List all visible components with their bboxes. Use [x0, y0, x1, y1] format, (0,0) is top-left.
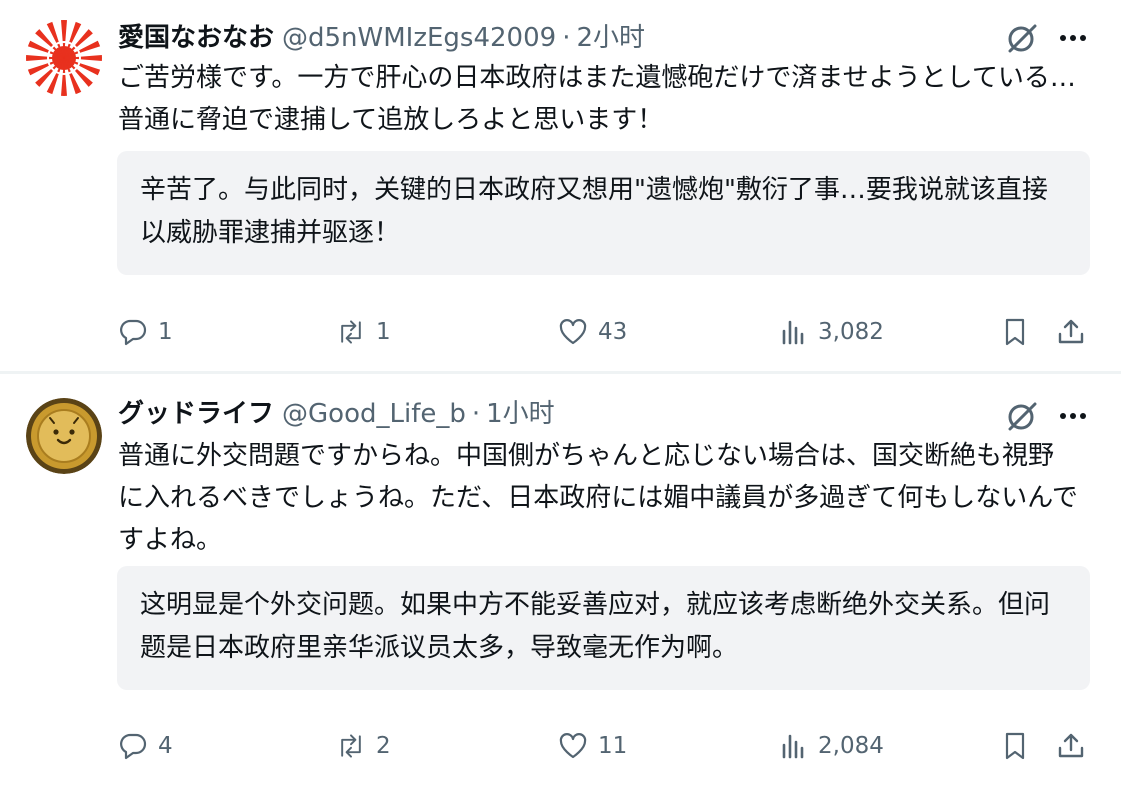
- translation-box: 这明显是个外交问题。如果中方不能妥善应对，就应该考虑断绝外交关系。但问题是日本政…: [117, 566, 1090, 690]
- reply-count: 4: [158, 733, 173, 759]
- repost-icon: [341, 734, 361, 758]
- heart-icon: [559, 319, 587, 345]
- views-button[interactable]: 2,084: [778, 726, 884, 766]
- translation-box: 辛苦了。与此同时，关键的日本政府又想用"遗憾炮"敷衍了事…要我说就该直接以威胁罪…: [117, 151, 1090, 275]
- user-handle[interactable]: @d5nWMIzEgs42009: [282, 23, 556, 53]
- like-count: 11: [598, 733, 628, 759]
- user-handle[interactable]: @Good_Life_b: [282, 399, 466, 429]
- repost-icon: [341, 320, 361, 344]
- views-button[interactable]: 3,082: [778, 312, 884, 352]
- share-button[interactable]: [1056, 726, 1086, 766]
- repost-button[interactable]: 2: [336, 726, 391, 766]
- avatar[interactable]: [26, 20, 102, 96]
- tweet-text: 普通に外交問題ですからね。中国側がちゃんと応じない場合は、国交断絶も視野に入れる…: [118, 441, 1078, 555]
- coin-mascot-avatar-icon: [26, 398, 102, 474]
- share-icon: [1058, 319, 1084, 344]
- tweet[interactable]: グッドライフ @Good_Life_b · 1小时 普通に外交問題ですからね。中国側が…: [0, 374, 1121, 795]
- timestamp[interactable]: 1小时: [486, 399, 555, 429]
- tweet-header: グッドライフ @Good_Life_b · 1小时: [118, 396, 555, 432]
- bookmark-button[interactable]: [1000, 312, 1030, 352]
- repost-button[interactable]: 1: [336, 312, 391, 352]
- share-icon: [1058, 733, 1084, 758]
- avatar[interactable]: [26, 398, 102, 474]
- tweet[interactable]: 愛国なおなお @d5nWMIzEgs42009 · 2小时 ご苦労様です。一方で肝心の…: [0, 0, 1121, 372]
- bookmark-icon: [1005, 732, 1025, 760]
- reply-button[interactable]: 1: [118, 312, 173, 352]
- reply-icon: [120, 319, 147, 346]
- bookmark-button[interactable]: [1000, 726, 1030, 766]
- repost-count: 1: [376, 319, 391, 345]
- more-icon[interactable]: [1056, 26, 1090, 50]
- bookmark-icon: [1005, 318, 1025, 346]
- tweet-header: 愛国なおなお @d5nWMIzEgs42009 · 2小时: [118, 20, 645, 56]
- grok-icon[interactable]: [1004, 398, 1040, 434]
- action-bar: 4 2 11 2,084: [0, 726, 1121, 766]
- action-bar: 1 1 43 3,082: [0, 312, 1121, 352]
- more-icon[interactable]: [1056, 404, 1090, 428]
- reply-count: 1: [158, 319, 173, 345]
- repost-count: 2: [376, 733, 391, 759]
- separator: ·: [471, 399, 481, 429]
- separator: ·: [562, 23, 571, 53]
- view-count: 2,084: [818, 733, 884, 759]
- heart-icon: [559, 733, 587, 759]
- reply-icon: [120, 733, 147, 760]
- timestamp[interactable]: 2小时: [576, 23, 645, 53]
- views-icon: [782, 320, 804, 345]
- tweet-text: ご苦労様です。一方で肝心の日本政府はまた遺憾砲だけで済ませようとしている…普通に…: [118, 63, 1076, 135]
- display-name[interactable]: 愛国なおなお: [118, 23, 274, 53]
- like-button[interactable]: 43: [558, 312, 627, 352]
- display-name[interactable]: グッドライフ: [118, 399, 274, 429]
- share-button[interactable]: [1056, 312, 1086, 352]
- grok-icon[interactable]: [1004, 20, 1040, 56]
- views-icon: [782, 734, 804, 759]
- rising-sun-avatar-icon: [26, 20, 102, 96]
- like-count: 43: [598, 319, 628, 345]
- like-button[interactable]: 11: [558, 726, 627, 766]
- reply-button[interactable]: 4: [118, 726, 173, 766]
- view-count: 3,082: [818, 319, 884, 345]
